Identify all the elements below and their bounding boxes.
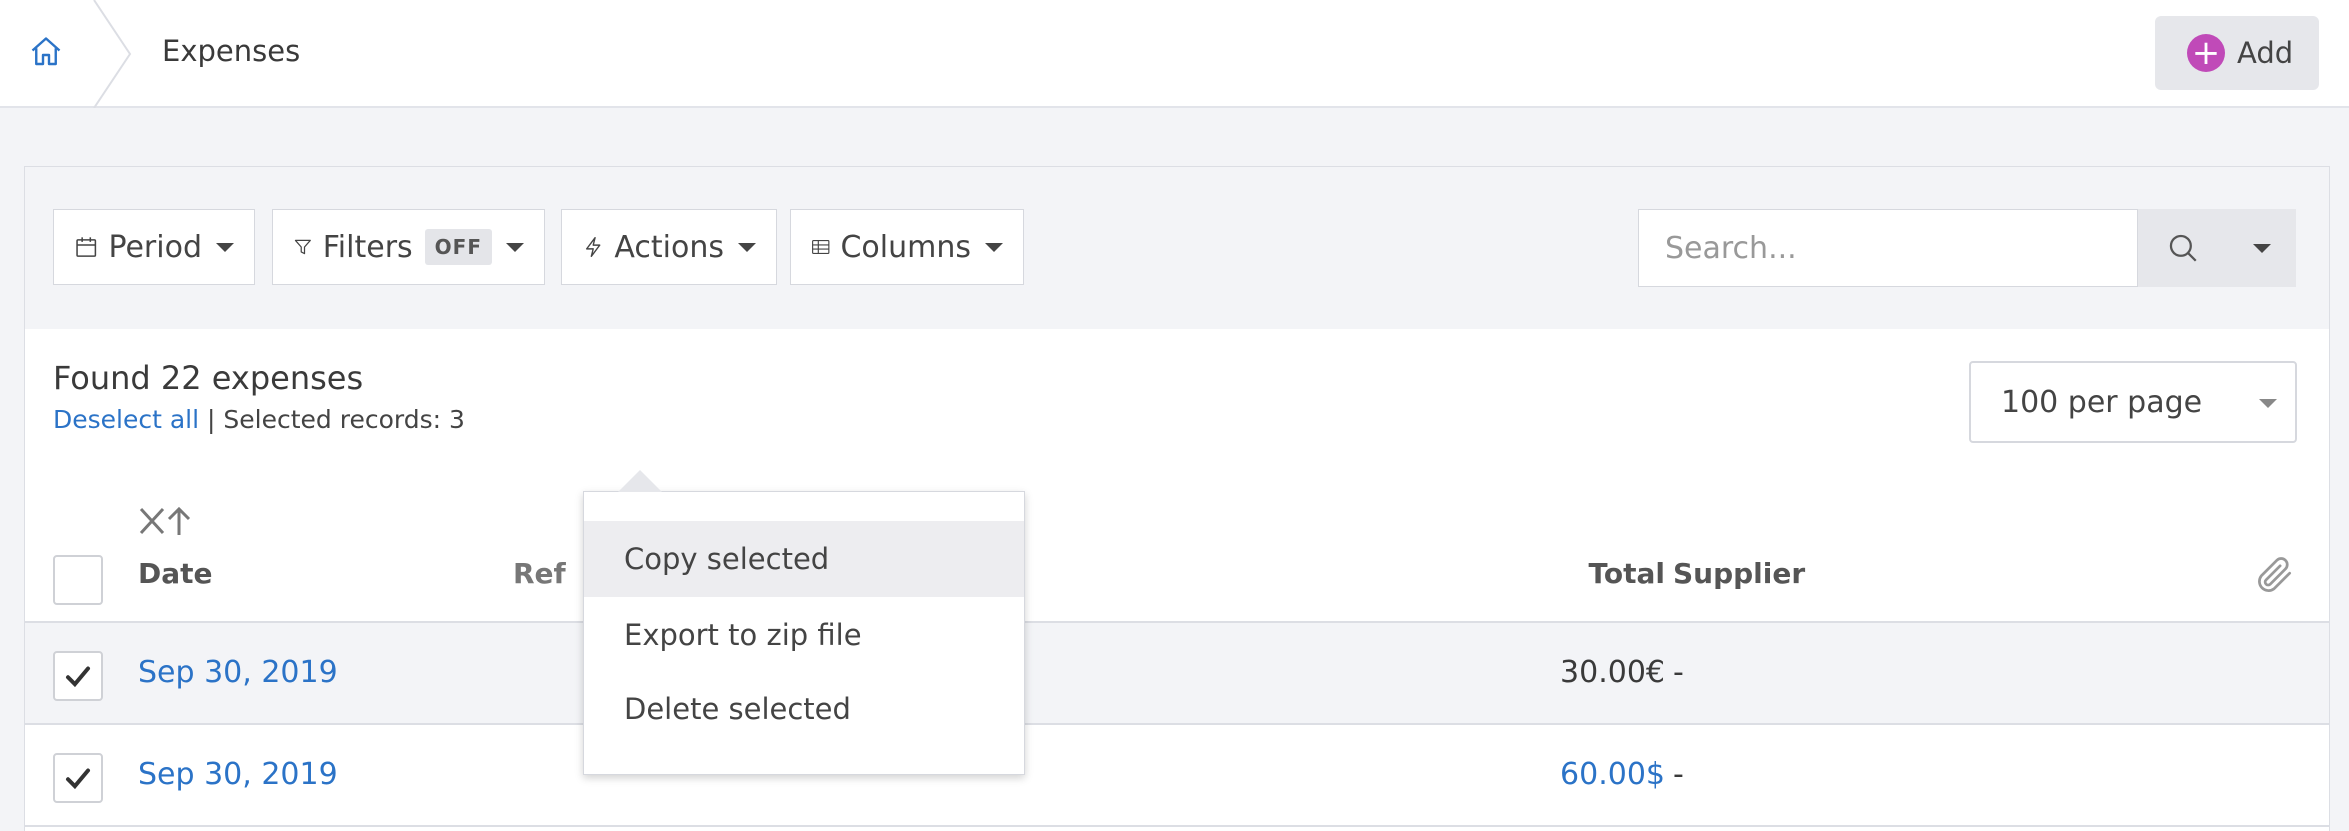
- actions-dropdown-menu: Copy selected Export to zip file Delete …: [583, 470, 1025, 775]
- row-date-link[interactable]: Sep 30, 2019: [138, 757, 338, 792]
- checkmark-icon: [66, 768, 90, 790]
- search-icon: [2169, 234, 2197, 262]
- row-supplier: -: [1673, 655, 1684, 690]
- period-button[interactable]: Period: [53, 209, 255, 285]
- column-header-date[interactable]: Date: [138, 557, 213, 590]
- add-button[interactable]: + Add: [2155, 16, 2319, 90]
- search-group: [1638, 209, 2296, 287]
- home-icon[interactable]: [28, 34, 64, 70]
- row-total-link[interactable]: 60.00$: [1465, 757, 1665, 792]
- row-checkbox[interactable]: [53, 651, 103, 701]
- columns-button[interactable]: Columns: [790, 209, 1024, 285]
- add-button-label: Add: [2237, 36, 2294, 70]
- chevron-down-icon: [738, 242, 756, 252]
- actions-label: Actions: [614, 229, 724, 265]
- filters-label: Filters: [322, 229, 413, 265]
- select-all-checkbox[interactable]: [53, 555, 103, 605]
- chevron-down-icon: [506, 242, 524, 252]
- column-header-total[interactable]: Total: [1565, 557, 1666, 590]
- chevron-down-icon: [2259, 399, 2277, 408]
- period-label: Period: [108, 229, 202, 265]
- top-bar: Expenses + Add: [0, 0, 2349, 108]
- table-row[interactable]: Sep 30, 2019 60.00$ -: [25, 725, 2329, 827]
- column-header-supplier[interactable]: Supplier: [1673, 557, 1805, 590]
- toolbar: Period Filters OFF Actions Columns: [25, 167, 2329, 329]
- sort-icon[interactable]: [137, 503, 193, 539]
- breadcrumb-separator: [93, 0, 132, 108]
- column-header-reference[interactable]: Ref: [513, 557, 566, 590]
- search-input[interactable]: [1638, 209, 2138, 287]
- menu-item-export-zip[interactable]: Export to zip file: [584, 597, 1024, 673]
- checkmark-icon: [66, 666, 90, 688]
- lightning-icon: [585, 236, 601, 258]
- chevron-down-icon: [985, 242, 1003, 252]
- filters-button[interactable]: Filters OFF: [272, 209, 545, 285]
- columns-icon: [812, 239, 830, 255]
- filters-status-badge: OFF: [424, 229, 492, 265]
- selected-records-count: | Selected records: 3: [207, 405, 465, 434]
- calendar-icon: [76, 237, 97, 257]
- filter-icon: [294, 239, 311, 255]
- paperclip-icon: [2258, 557, 2292, 592]
- selection-summary: Deselect all | Selected records: 3: [53, 405, 465, 434]
- dropdown-arrow: [618, 470, 662, 492]
- menu-item-delete-selected[interactable]: Delete selected: [584, 671, 1024, 747]
- per-page-select[interactable]: 100 per page: [1969, 361, 2297, 443]
- chevron-down-icon: [216, 242, 234, 252]
- breadcrumb-current: Expenses: [162, 34, 301, 68]
- per-page-value: 100 per page: [2001, 384, 2203, 420]
- row-date-link[interactable]: Sep 30, 2019: [138, 655, 338, 690]
- search-button[interactable]: [2138, 209, 2228, 287]
- deselect-all-link[interactable]: Deselect all: [53, 405, 199, 434]
- results-count: Found 22 expenses: [53, 359, 364, 397]
- row-checkbox[interactable]: [53, 753, 103, 803]
- table-row[interactable]: Sep 30, 2019 30.00€ -: [25, 623, 2329, 725]
- menu-item-copy-selected[interactable]: Copy selected: [584, 521, 1024, 597]
- columns-label: Columns: [840, 229, 971, 265]
- chevron-down-icon: [2253, 243, 2271, 253]
- plus-icon: +: [2187, 34, 2225, 72]
- row-supplier: -: [1673, 757, 1684, 792]
- expenses-panel: Period Filters OFF Actions Columns Searc…: [24, 166, 2330, 831]
- row-total: 30.00€: [1560, 655, 1665, 690]
- actions-button[interactable]: Actions: [561, 209, 777, 285]
- search-options-button[interactable]: [2228, 209, 2296, 287]
